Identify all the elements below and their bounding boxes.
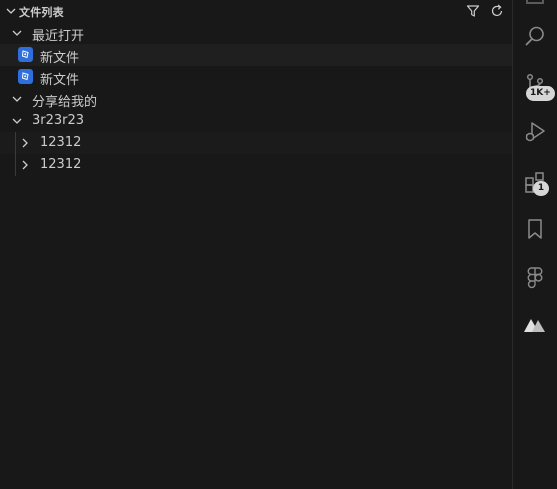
tree-group-label: 分享给我的 [32,95,98,110]
recent-file-item[interactable]: 新文件 [0,44,512,66]
chevron-down-icon [12,118,22,124]
chevron-right-icon [22,160,28,170]
file-list-title: 文件列表 [19,6,64,19]
indent-guide [15,132,16,176]
source-control-badge: 1K+ [526,86,555,101]
refresh-icon[interactable] [489,3,505,19]
mastergo-icon[interactable] [512,303,557,347]
file-label: 新文件 [40,51,80,66]
tree-group-shared[interactable]: 分享给我的 [0,88,512,110]
design-file-icon [18,47,33,62]
file-list-header[interactable]: 文件列表 [0,0,512,22]
folder-label: 12312 [40,135,82,150]
chevron-down-icon [12,30,22,36]
filter-icon[interactable] [465,3,481,19]
chevron-down-icon[interactable] [5,5,17,17]
project-folder-item[interactable]: 12312 [0,132,512,154]
search-icon[interactable] [512,14,557,58]
file-list-panel: 文件列表 最近打开 新文件 新文件 分享给我的 3r23r23 12312 12… [0,0,512,489]
tree-group-label: 3r23r23 [32,113,85,128]
tree-group-project[interactable]: 3r23r23 [0,110,512,132]
file-label: 新文件 [40,73,80,88]
chevron-right-icon [22,138,28,148]
project-folder-item[interactable]: 12312 [0,154,512,176]
chevron-down-icon [12,96,22,102]
recent-file-item[interactable]: 新文件 [0,66,512,88]
run-debug-icon[interactable] [512,110,557,154]
tree-group-recent[interactable]: 最近打开 [0,22,512,44]
figma-icon[interactable] [512,255,557,299]
bookmark-icon[interactable] [512,207,557,251]
design-file-icon [18,69,33,84]
folder-label: 12312 [40,157,82,172]
extensions-badge: 1 [533,181,549,196]
tree-group-label: 最近打开 [32,29,85,44]
explorer-icon[interactable] [526,0,544,4]
